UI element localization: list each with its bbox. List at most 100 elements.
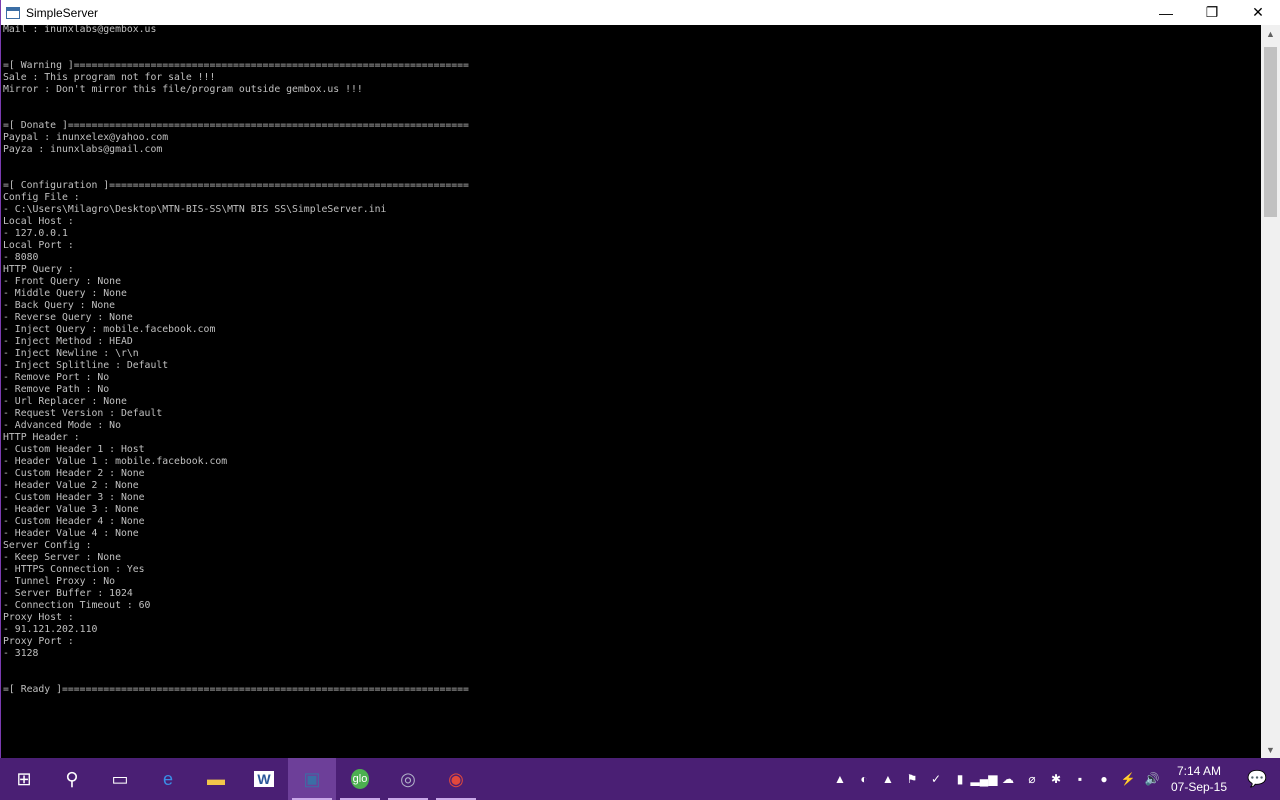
- console-line: - Custom Header 1 : Host: [3, 444, 145, 455]
- console-line: - Custom Header 4 : None: [3, 516, 145, 527]
- tray-icon[interactable]: ☁: [996, 758, 1020, 800]
- window-title: SimpleServer: [26, 5, 99, 20]
- task-view-glyph: ▭: [111, 768, 129, 789]
- console-line: HTTP Header :: [3, 432, 80, 443]
- search-glyph: ⚲: [65, 768, 79, 789]
- console-line: - Header Value 1 : mobile.facebook.com: [3, 456, 228, 467]
- browser-glyph: ◎: [400, 768, 416, 789]
- action-center-icon[interactable]: 💬: [1234, 769, 1280, 789]
- glo-icon[interactable]: glo: [336, 758, 384, 800]
- tray-icon[interactable]: ▪: [1068, 758, 1092, 800]
- search-icon[interactable]: ⚲: [48, 758, 96, 800]
- console-line: Mirror : Don't mirror this file/program …: [3, 84, 363, 95]
- console-line: - Custom Header 2 : None: [3, 468, 145, 479]
- word-icon[interactable]: W: [240, 758, 288, 800]
- file-explorer-icon[interactable]: ▬: [192, 758, 240, 800]
- console-line: - HTTPS Connection : Yes: [3, 564, 145, 575]
- console-line: - Header Value 4 : None: [3, 528, 139, 539]
- tray-icon[interactable]: ▲: [876, 758, 900, 800]
- console-line: - Tunnel Proxy : No: [3, 576, 116, 587]
- clock-time: 7:14 AM: [1176, 764, 1222, 778]
- console-line: - Remove Path : No: [3, 384, 110, 395]
- tray-icon[interactable]: ▮: [948, 758, 972, 800]
- chrome-glyph: ◉: [448, 768, 464, 789]
- tray-icon[interactable]: ⚡: [1116, 758, 1140, 800]
- tray-icon[interactable]: ▲: [828, 758, 852, 800]
- console-line: Sale : This program not for sale !!!: [3, 72, 216, 83]
- console-line: - Inject Method : HEAD: [3, 336, 133, 347]
- console-window: SimpleServer — ❐ ✕ Mail : inunxlabs@gemb…: [0, 0, 1280, 758]
- scroll-down-icon[interactable]: ▼: [1261, 741, 1280, 758]
- console-line: - Reverse Query : None: [3, 312, 133, 323]
- console-line: - Keep Server : None: [3, 552, 121, 563]
- console-line: - Request Version : Default: [3, 408, 163, 419]
- file-explorer-glyph: ▬: [207, 768, 225, 789]
- console-line: Paypal : inunxelex@yahoo.com: [3, 132, 169, 143]
- browser-icon[interactable]: ◎: [384, 758, 432, 800]
- console-line: - Header Value 2 : None: [3, 480, 139, 491]
- taskbar: ⊞ ⚲ ▭ e ▬ W ▣ glo ◎ ◉ ▲ ◐ ▲ ⚑ ✓ ▮ ▂▄▆ ☁ ⌀ ✱ ▪ ● ⚡ 🔊 7:14 AM 07…: [0, 758, 1280, 800]
- console-line: - Middle Query : None: [3, 288, 127, 299]
- tray-icon[interactable]: ✓: [924, 758, 948, 800]
- console-line: - Url Replacer : None: [3, 396, 127, 407]
- tray-icons: ▲ ◐ ▲ ⚑ ✓ ▮ ▂▄▆ ☁ ⌀ ✱ ▪ ● ⚡ 🔊: [828, 758, 1164, 800]
- console-line: - 3128: [3, 648, 39, 659]
- scroll-thumb[interactable]: [1264, 47, 1277, 217]
- close-button[interactable]: ✕: [1235, 0, 1280, 25]
- restore-button[interactable]: ❐: [1189, 0, 1235, 25]
- simpleserver-icon[interactable]: ▣: [288, 758, 336, 800]
- console-line: Config File :: [3, 192, 80, 203]
- tray-icon[interactable]: ●: [1092, 758, 1116, 800]
- start-glyph: ⊞: [16, 768, 32, 789]
- title-bar[interactable]: SimpleServer — ❐ ✕: [1, 0, 1280, 25]
- word-glyph: W: [254, 771, 274, 787]
- chrome-icon[interactable]: ◉: [432, 758, 480, 800]
- taskbar-apps: ⊞ ⚲ ▭ e ▬ W ▣ glo ◎ ◉: [0, 758, 480, 800]
- console-line: Proxy Port :: [3, 636, 74, 647]
- console-line: - 91.121.202.110: [3, 624, 98, 635]
- console-line: =[ Warning ]============================…: [3, 60, 469, 71]
- console-line: - Inject Newline : \r\n: [3, 348, 139, 359]
- tray-icon[interactable]: ▂▄▆: [971, 758, 998, 800]
- simpleserver-glyph: ▣: [303, 768, 321, 789]
- console-text: Mail : inunxlabs@gembox.us =[ Warning ]=…: [2, 25, 1261, 696]
- console-line: Proxy Host :: [3, 612, 74, 623]
- clock[interactable]: 7:14 AM 07-Sep-15: [1164, 763, 1234, 795]
- console-line: HTTP Query :: [3, 264, 74, 275]
- tray-icon[interactable]: ◐: [852, 758, 876, 800]
- console-line: - Front Query : None: [3, 276, 121, 287]
- edge-icon[interactable]: e: [144, 758, 192, 800]
- console-line: Local Host :: [3, 216, 74, 227]
- console-line: Local Port :: [3, 240, 74, 251]
- glo-glyph: glo: [350, 769, 370, 789]
- console-line: =[ Donate ]=============================…: [3, 120, 469, 131]
- console-line: =[ Ready ]==============================…: [3, 684, 469, 695]
- console-line: - Server Buffer : 1024: [3, 588, 133, 599]
- window-controls: — ❐ ✕: [1143, 0, 1280, 25]
- console-line: Server Config :: [3, 540, 92, 551]
- task-view-icon[interactable]: ▭: [96, 758, 144, 800]
- console-line: - Inject Query : mobile.facebook.com: [3, 324, 216, 335]
- scroll-up-icon[interactable]: ▲: [1261, 25, 1280, 42]
- tray-icon[interactable]: ⚑: [900, 758, 924, 800]
- tray-icon[interactable]: 🔊: [1140, 758, 1164, 800]
- console-line: - Advanced Mode : No: [3, 420, 121, 431]
- console-line: - C:\Users\Milagro\Desktop\MTN-BIS-SS\MT…: [3, 204, 387, 215]
- clock-date: 07-Sep-15: [1170, 780, 1228, 794]
- vertical-scrollbar[interactable]: ▲ ▼: [1261, 25, 1280, 758]
- tray-icon[interactable]: ✱: [1044, 758, 1068, 800]
- console-line: - 127.0.0.1: [3, 228, 68, 239]
- console-line: - Inject Splitline : Default: [3, 360, 169, 371]
- console-line: Mail : inunxlabs@gembox.us: [3, 25, 157, 35]
- console-app-icon: [6, 6, 20, 19]
- minimize-button[interactable]: —: [1143, 0, 1189, 25]
- start-button[interactable]: ⊞: [0, 758, 48, 800]
- console-output[interactable]: Mail : inunxlabs@gembox.us =[ Warning ]=…: [2, 25, 1261, 758]
- system-tray: ▲ ◐ ▲ ⚑ ✓ ▮ ▂▄▆ ☁ ⌀ ✱ ▪ ● ⚡ 🔊 7:14 AM 07-Sep-15 💬: [828, 758, 1280, 800]
- tray-icon[interactable]: ⌀: [1020, 758, 1044, 800]
